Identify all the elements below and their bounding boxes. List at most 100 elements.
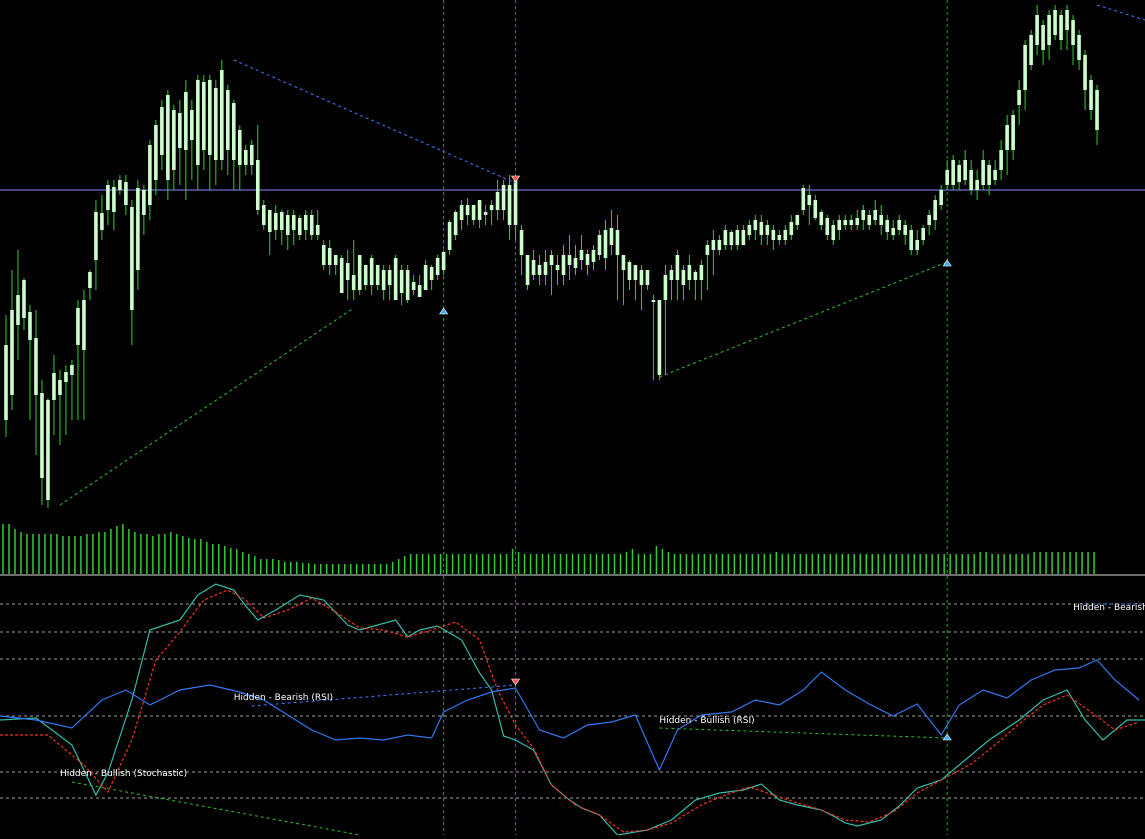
candle-body xyxy=(363,265,368,285)
candle-body xyxy=(549,255,554,265)
candle-body xyxy=(339,258,344,293)
candle-body xyxy=(615,230,620,255)
candle-body xyxy=(837,220,842,230)
candle-body xyxy=(657,300,662,375)
candle-body xyxy=(273,213,278,230)
candle-body xyxy=(411,282,416,290)
candle-body xyxy=(327,248,332,265)
candle-body xyxy=(633,265,638,280)
candle-body xyxy=(399,270,404,293)
price-bearish-trendline-1 xyxy=(233,59,516,184)
candle-body xyxy=(891,228,896,235)
candle-body xyxy=(196,80,200,165)
candle-body xyxy=(591,250,596,262)
candle-body xyxy=(951,160,955,185)
candle-body xyxy=(52,373,56,400)
candle-body xyxy=(279,212,284,230)
candle-body xyxy=(921,228,925,240)
candle-body xyxy=(675,255,680,280)
candle-body xyxy=(208,80,212,155)
candle-body xyxy=(357,255,362,290)
candle-body xyxy=(513,180,518,225)
annotation-label-3: Hidden - Bullish (Stochastic) xyxy=(60,769,187,779)
candle-body xyxy=(1035,15,1039,45)
candle-body xyxy=(687,265,692,280)
candle-body xyxy=(729,232,734,245)
candle-body xyxy=(627,262,632,280)
candle-body xyxy=(717,240,722,250)
candle-body xyxy=(843,220,848,225)
candle-body xyxy=(1065,10,1069,30)
candle-body xyxy=(178,113,182,148)
candle-body xyxy=(861,210,866,220)
candle-body xyxy=(112,187,116,212)
candle-body xyxy=(489,205,494,210)
candle-body xyxy=(1053,10,1057,35)
candle-body xyxy=(807,195,812,205)
candle-body xyxy=(819,212,824,225)
candle-body xyxy=(22,280,26,318)
candle-body xyxy=(561,255,566,275)
candle-body xyxy=(747,225,752,235)
candle-body xyxy=(76,308,80,345)
candle-body xyxy=(375,265,380,285)
candle-body xyxy=(124,182,128,205)
candle-body xyxy=(741,230,746,245)
candle-body xyxy=(1005,125,1009,150)
candle-body xyxy=(429,267,434,280)
candle-body xyxy=(387,270,392,285)
candle-body xyxy=(699,265,704,280)
candle-body xyxy=(987,165,991,185)
candle-body xyxy=(291,215,296,230)
candle-body xyxy=(483,212,488,215)
oscillator-bearish-arrow-1 xyxy=(510,678,521,686)
candle-body xyxy=(603,230,608,258)
candle-body xyxy=(40,393,44,478)
candle-body xyxy=(70,365,74,375)
candle-body xyxy=(855,218,860,225)
candle-body xyxy=(381,270,386,290)
candle-body xyxy=(118,180,122,190)
candle-body xyxy=(88,272,92,288)
candle-body xyxy=(1017,90,1021,105)
candle-body xyxy=(975,180,979,190)
candle-body xyxy=(525,255,530,285)
candle-body xyxy=(243,150,248,165)
candle-body xyxy=(369,258,374,285)
candle-body xyxy=(501,185,506,210)
price-bullish-arrow-2 xyxy=(439,307,449,315)
candle-body xyxy=(897,220,902,230)
candle-body xyxy=(423,265,428,290)
candle-body xyxy=(681,270,686,285)
candle-body xyxy=(321,245,326,265)
candle-body xyxy=(441,252,446,270)
price-bearish-trendline-4 xyxy=(1096,4,1145,21)
candle-body xyxy=(495,192,500,210)
candle-body xyxy=(100,213,104,230)
candle-body xyxy=(585,254,590,265)
candle-body xyxy=(214,88,218,160)
candle-body xyxy=(693,272,698,280)
candle-body xyxy=(1083,55,1087,90)
candle-body xyxy=(705,245,710,255)
candle-body xyxy=(315,225,320,235)
candle-body xyxy=(711,240,716,250)
candle-body xyxy=(849,220,854,225)
candle-body xyxy=(309,215,314,235)
candle-body xyxy=(519,230,524,255)
candle-body xyxy=(333,255,338,265)
candle-body xyxy=(537,265,542,275)
candle-body xyxy=(4,345,8,420)
candle-body xyxy=(945,170,949,185)
candle-body xyxy=(417,285,422,297)
candle-body xyxy=(783,230,788,240)
candle-body xyxy=(58,380,62,395)
candle-body xyxy=(106,185,110,210)
candle-body xyxy=(297,218,302,235)
candle-body xyxy=(609,228,614,245)
candle-body xyxy=(567,255,572,265)
candle-body xyxy=(969,170,973,190)
candle-body xyxy=(303,215,308,230)
candle-body xyxy=(459,205,464,220)
annotation-label-4: Hidden - Bearish xyxy=(1073,603,1145,613)
